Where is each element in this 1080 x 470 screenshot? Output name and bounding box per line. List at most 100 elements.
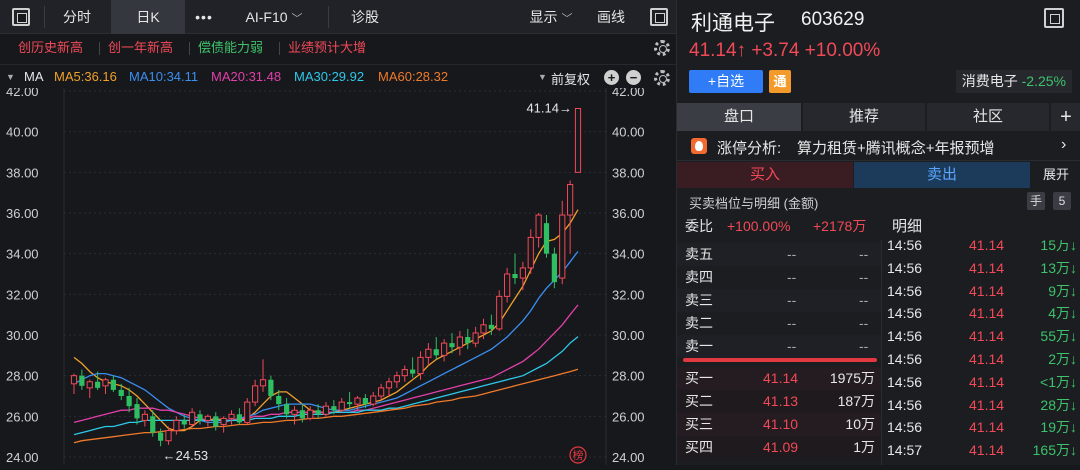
limit-up-analysis[interactable]: 涨停分析: 算力租赁+腾讯概念+年报预增 ›: [677, 131, 1080, 161]
level-volume: --: [859, 246, 869, 262]
list-item[interactable]: 买三 41.10 10万: [677, 413, 881, 436]
bid-ask-divider: [683, 358, 877, 362]
level-count-toggle[interactable]: 5: [1053, 192, 1071, 210]
candle-body: [181, 420, 187, 425]
level-volume: 1975万: [829, 370, 875, 386]
tab-community[interactable]: 社区: [927, 103, 1049, 131]
weibi-pct: +100.00%: [727, 218, 791, 234]
draw-line-button[interactable]: 画线: [588, 0, 634, 34]
tab-orderbook[interactable]: 盘口: [677, 103, 801, 131]
level-price: --: [787, 292, 797, 308]
current-price: 41.14↑: [689, 40, 747, 61]
candle-body: [204, 415, 211, 421]
display-dropdown[interactable]: 显示 ﹀: [516, 0, 586, 34]
candle-body: [347, 402, 353, 405]
candle-body: [189, 411, 196, 425]
quote-panel: 利通电子 603629 41.14↑ +3.74 +10.00% +自选 通 消…: [676, 0, 1080, 465]
candle-body: [299, 410, 305, 419]
collapse-arrow-icon[interactable]: ▼: [6, 72, 15, 82]
y-tick-label-left: 40.00: [6, 125, 39, 140]
level-label: 买一: [685, 370, 713, 386]
tag-profit-increase[interactable]: 业绩预计大增: [288, 39, 366, 57]
detail-price: 41.14: [969, 305, 1005, 322]
detail-price: 41.14: [969, 419, 1005, 436]
list-item[interactable]: 卖二 -- --: [677, 312, 881, 335]
tag-year-high[interactable]: 创一年新高: [108, 39, 173, 57]
y-tick-label-right: 36.00: [612, 206, 645, 221]
list-item[interactable]: 卖三 -- --: [677, 289, 881, 312]
level-price: 41.14: [763, 370, 799, 386]
y-tick-label-right: 30.00: [612, 328, 645, 343]
kline-chart-svg: 42.00 42.00 40.00 40.00 38.00 38.00 36.00 36.00…: [6, 84, 645, 465]
tag-debt-weak[interactable]: 偿债能力弱: [198, 39, 263, 57]
level-volume: --: [859, 292, 869, 308]
tab-ai-f10[interactable]: AI-F10 ﹀: [222, 0, 326, 34]
window-toggle-icon[interactable]: [650, 8, 668, 26]
detail-time: 14:57: [887, 442, 923, 459]
plus-circle-icon[interactable]: +: [604, 70, 619, 85]
list-item[interactable]: 买二 41.13 187万: [677, 390, 881, 413]
trade-details: 14:56 41.14 15万↓ 14:56 41.14 13万↓ 14:56 …: [883, 240, 1080, 465]
tag-history-high[interactable]: 创历史新高: [18, 39, 83, 57]
candle-body: [165, 430, 172, 442]
candle-body: [496, 295, 503, 330]
detail-volume: <1万↓: [1040, 373, 1077, 390]
more-icon[interactable]: •••: [187, 0, 221, 34]
hand-unit-toggle[interactable]: 手: [1027, 192, 1045, 210]
tab-diagnose[interactable]: 诊股: [330, 0, 400, 34]
stock-tags: 创历史新高 创一年新高 偿债能力弱 业绩预计大增: [0, 34, 676, 62]
sector-badge[interactable]: 消费电子 -2.25%: [955, 70, 1072, 93]
level-label: 卖三: [685, 292, 713, 308]
level-label: 卖二: [685, 315, 713, 331]
list-item[interactable]: 卖一 -- --: [677, 335, 881, 358]
y-tick-label-right: 24.00: [612, 450, 645, 465]
candle-body: [141, 413, 148, 421]
weibi-amount: +2178万: [813, 218, 867, 234]
list-item[interactable]: 买一 41.14 1975万: [677, 367, 881, 390]
buy-button[interactable]: 买入: [677, 162, 853, 188]
detail-volume: 13万↓: [1040, 259, 1077, 276]
ma-label[interactable]: MA: [24, 69, 44, 84]
tab-intraday[interactable]: 分时: [45, 0, 109, 34]
ma5-value: MA5:36.16: [54, 69, 117, 84]
kline-chart[interactable]: 42.00 42.00 40.00 40.00 38.00 38.00 36.00 36.00…: [0, 84, 676, 465]
add-tab-icon[interactable]: +: [1051, 103, 1080, 131]
y-tick-label-right: 32.00: [612, 287, 645, 302]
chart-toolbar: 分时 日K ••• AI-F10 ﹀ 诊股 显示 ﹀ 画线: [0, 0, 676, 34]
price-change-pct: +10.00%: [804, 40, 881, 61]
adjust-dropdown[interactable]: 前复权: [551, 69, 590, 88]
window-toggle-icon[interactable]: [1044, 8, 1064, 28]
candle-body: [338, 401, 345, 411]
gear-icon[interactable]: [654, 70, 670, 86]
detail-price: 41.14: [969, 373, 1005, 390]
tab-recommend[interactable]: 推荐: [803, 103, 925, 131]
table-row: 14:57 41.14 165万↓: [883, 439, 1080, 462]
y-tick-label-right: 42.00: [612, 88, 645, 99]
expand-button[interactable]: 展开: [1031, 162, 1080, 188]
candle-body: [268, 379, 274, 396]
sell-button[interactable]: 卖出: [854, 162, 1030, 188]
candle-body: [150, 416, 156, 433]
candle-body: [574, 107, 582, 173]
window-toggle-icon[interactable]: [12, 8, 30, 26]
detail-volume: 15万↓: [1040, 240, 1077, 253]
minus-circle-icon[interactable]: −: [626, 70, 641, 85]
tab-daily-k[interactable]: 日K: [111, 0, 185, 34]
level-label: 卖一: [685, 338, 713, 354]
list-item[interactable]: 卖五 -- --: [677, 243, 881, 266]
gear-icon[interactable]: [654, 40, 670, 56]
candle-body: [519, 267, 526, 279]
candle-body: [118, 389, 124, 396]
list-item[interactable]: 买四 41.09 1万: [677, 436, 881, 459]
y-tick-label-right: 26.00: [612, 409, 645, 424]
last-price-label: 41.14→: [526, 100, 572, 115]
candle-body: [543, 223, 550, 254]
list-item[interactable]: 卖四 -- --: [677, 266, 881, 289]
ma10-value: MA10:34.11: [129, 69, 199, 84]
add-watchlist-button[interactable]: +自选: [689, 70, 763, 93]
tong-badge[interactable]: 通: [769, 70, 791, 93]
weibi-label: 委比: [685, 218, 713, 234]
detail-price: 41.14: [969, 351, 1005, 367]
candle-body: [331, 406, 337, 411]
ma20-value: MA20:31.48: [211, 69, 282, 84]
